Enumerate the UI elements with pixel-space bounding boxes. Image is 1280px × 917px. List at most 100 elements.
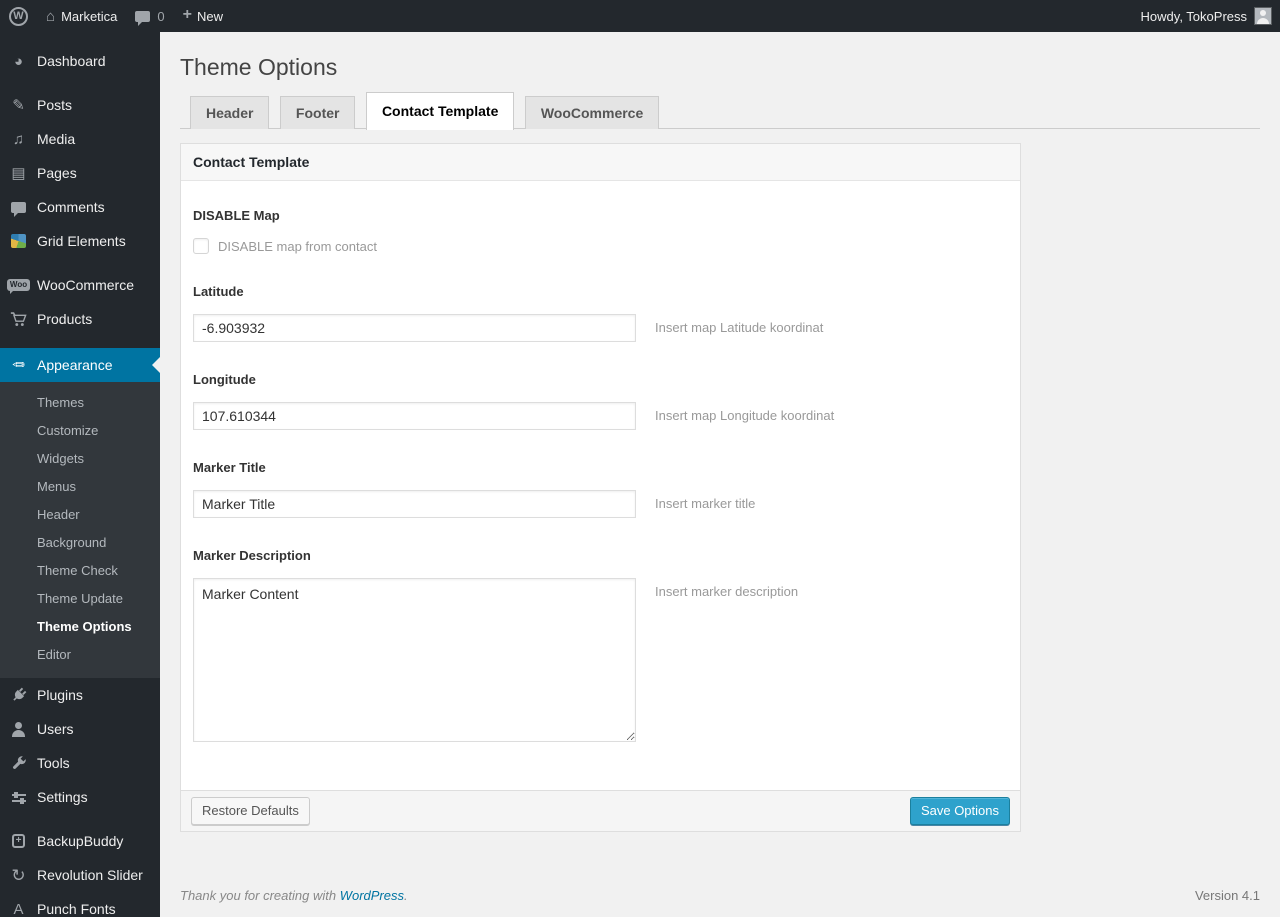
panel-title: Contact Template xyxy=(181,144,1020,181)
longitude-label: Longitude xyxy=(193,372,256,387)
latitude-hint: Insert map Latitude koordinat xyxy=(655,320,824,335)
sidebar-item-label: Revolution Slider xyxy=(37,867,143,883)
save-options-button[interactable]: Save Options xyxy=(909,797,1010,825)
main-content: Theme Options Header Footer Contact Temp… xyxy=(160,32,1280,917)
submenu-item-theme-update[interactable]: Theme Update xyxy=(0,585,160,613)
wp-logo-menu[interactable]: W xyxy=(0,0,37,32)
submenu-item-header[interactable]: Header xyxy=(0,501,160,529)
tab-contact-template[interactable]: Contact Template xyxy=(365,92,515,130)
longitude-input[interactable] xyxy=(193,402,636,430)
sidebar-item-label: Grid Elements xyxy=(37,233,126,249)
admin-bar: W ⌂ Marketica 0 + New Howdy, TokoPress xyxy=(0,0,1280,32)
field-disable-map: DISABLE Map DISABLE map from contact xyxy=(193,208,1008,254)
submenu-item-background[interactable]: Background xyxy=(0,529,160,557)
howdy-text: Howdy, TokoPress xyxy=(1140,8,1247,24)
wordpress-logo-icon: W xyxy=(9,6,28,26)
sidebar-item-label: Tools xyxy=(37,755,70,771)
submenu-item-editor[interactable]: Editor xyxy=(0,641,160,669)
submenu-item-theme-options[interactable]: Theme Options xyxy=(0,613,160,641)
pages-icon: ▤ xyxy=(11,164,26,182)
wrench-icon xyxy=(8,755,29,771)
marker-title-label: Marker Title xyxy=(193,460,266,475)
sidebar-item-label: Settings xyxy=(37,789,88,805)
sidebar-item-settings[interactable]: Settings xyxy=(0,780,160,814)
sidebar-item-label: Media xyxy=(37,131,76,147)
sidebar-item-label: BackupBuddy xyxy=(37,833,124,849)
marker-title-hint: Insert marker title xyxy=(655,496,756,511)
paintbrush-icon: ✏ xyxy=(12,356,25,374)
sidebar-item-users[interactable]: Users xyxy=(0,712,160,746)
sidebar-item-label: WooCommerce xyxy=(37,277,134,293)
tab-header[interactable]: Header xyxy=(190,96,270,129)
sidebar-item-comments[interactable]: Comments xyxy=(0,190,160,224)
sidebar-item-posts[interactable]: ✎ Posts xyxy=(0,88,160,122)
sidebar-item-tools[interactable]: Tools xyxy=(0,746,160,780)
sidebar-item-media[interactable]: ♫ Media xyxy=(0,122,160,156)
admin-bar-left: W ⌂ Marketica 0 + New xyxy=(0,0,232,32)
home-icon: ⌂ xyxy=(46,7,56,25)
sidebar-item-punch-fonts[interactable]: A Punch Fonts xyxy=(0,892,160,917)
field-marker-title: Marker Title Insert marker title xyxy=(193,460,1008,518)
sidebar-item-pages[interactable]: ▤ Pages xyxy=(0,156,160,190)
sidebar-item-label: Products xyxy=(37,311,93,327)
sidebar-item-appearance[interactable]: ✏ Appearance xyxy=(0,348,160,382)
menu-separator xyxy=(0,258,160,268)
sidebar-item-label: Comments xyxy=(37,199,105,215)
longitude-hint: Insert map Longitude koordinat xyxy=(655,408,835,423)
sidebar-item-revolution-slider[interactable]: ↻ Revolution Slider xyxy=(0,858,160,892)
latitude-input[interactable] xyxy=(193,314,636,342)
tab-footer[interactable]: Footer xyxy=(279,96,356,129)
submenu-item-themes[interactable]: Themes xyxy=(0,389,160,417)
version-text: Version 4.1 xyxy=(1194,888,1260,903)
disable-map-label: DISABLE Map xyxy=(193,208,280,223)
sidebar-item-woocommerce[interactable]: Woo WooCommerce xyxy=(0,268,160,302)
restore-defaults-button[interactable]: Restore Defaults xyxy=(191,797,310,825)
marker-description-label: Marker Description xyxy=(193,548,311,563)
cart-icon xyxy=(8,311,29,327)
site-name-menu[interactable]: ⌂ Marketica xyxy=(37,0,126,32)
sidebar-item-label: Dashboard xyxy=(37,53,106,69)
sidebar-item-grid-elements[interactable]: Grid Elements xyxy=(0,224,160,258)
tab-bar: Header Footer Contact Template WooCommer… xyxy=(180,92,1260,130)
menu-separator xyxy=(0,814,160,824)
submenu-item-widgets[interactable]: Widgets xyxy=(0,445,160,473)
field-latitude: Latitude Insert map Latitude koordinat xyxy=(193,284,1008,342)
wordpress-link[interactable]: WordPress xyxy=(340,888,404,903)
submenu-item-customize[interactable]: Customize xyxy=(0,417,160,445)
submenu-item-menus[interactable]: Menus xyxy=(0,473,160,501)
comments-bubble-icon xyxy=(8,201,29,217)
sidebar-item-backupbuddy[interactable]: + BackupBuddy xyxy=(0,824,160,858)
grid-elements-icon xyxy=(8,234,29,248)
account-menu[interactable]: Howdy, TokoPress xyxy=(1132,0,1280,32)
new-content-menu[interactable]: + New xyxy=(174,0,232,32)
page-footer: Thank you for creating with WordPress. V… xyxy=(180,888,1260,903)
refresh-arrows-icon: ↻ xyxy=(11,865,26,885)
woocommerce-icon: Woo xyxy=(6,279,31,294)
settings-sliders-icon xyxy=(8,790,29,804)
comment-bubble-icon xyxy=(135,10,151,26)
tab-woocommerce[interactable]: WooCommerce xyxy=(524,96,660,129)
avatar xyxy=(1254,7,1272,25)
marker-title-input[interactable] xyxy=(193,490,636,518)
sidebar-item-dashboard[interactable]: ◕ Dashboard xyxy=(0,44,160,78)
admin-sidebar: ◕ Dashboard ✎ Posts ♫ Media ▤ Pages Comm… xyxy=(0,32,160,917)
disable-map-check-row: DISABLE map from contact xyxy=(193,238,1008,254)
disable-map-checkbox[interactable] xyxy=(193,238,209,254)
sidebar-item-label: Posts xyxy=(37,97,73,113)
plus-icon: + xyxy=(182,6,192,23)
comments-menu[interactable]: 0 xyxy=(126,0,173,32)
field-marker-description: Marker Description Marker Content Insert… xyxy=(193,548,1008,742)
disable-map-checkbox-label: DISABLE map from contact xyxy=(218,238,377,254)
sidebar-item-plugins[interactable]: Plugins xyxy=(0,678,160,712)
submenu-item-theme-check[interactable]: Theme Check xyxy=(0,557,160,585)
marker-description-hint: Insert marker description xyxy=(655,584,799,599)
marker-description-textarea[interactable]: Marker Content xyxy=(193,578,636,742)
panel-body: DISABLE Map DISABLE map from contact Lat… xyxy=(181,181,1020,790)
backup-drive-icon: + xyxy=(8,834,29,848)
field-longitude: Longitude Insert map Longitude koordinat xyxy=(193,372,1008,430)
sidebar-item-label: Pages xyxy=(37,165,77,181)
plug-icon xyxy=(8,687,29,703)
sidebar-item-label: Punch Fonts xyxy=(37,901,116,917)
sidebar-item-products[interactable]: Products xyxy=(0,302,160,336)
marker-description-row: Marker Content Insert marker description xyxy=(193,578,1008,742)
